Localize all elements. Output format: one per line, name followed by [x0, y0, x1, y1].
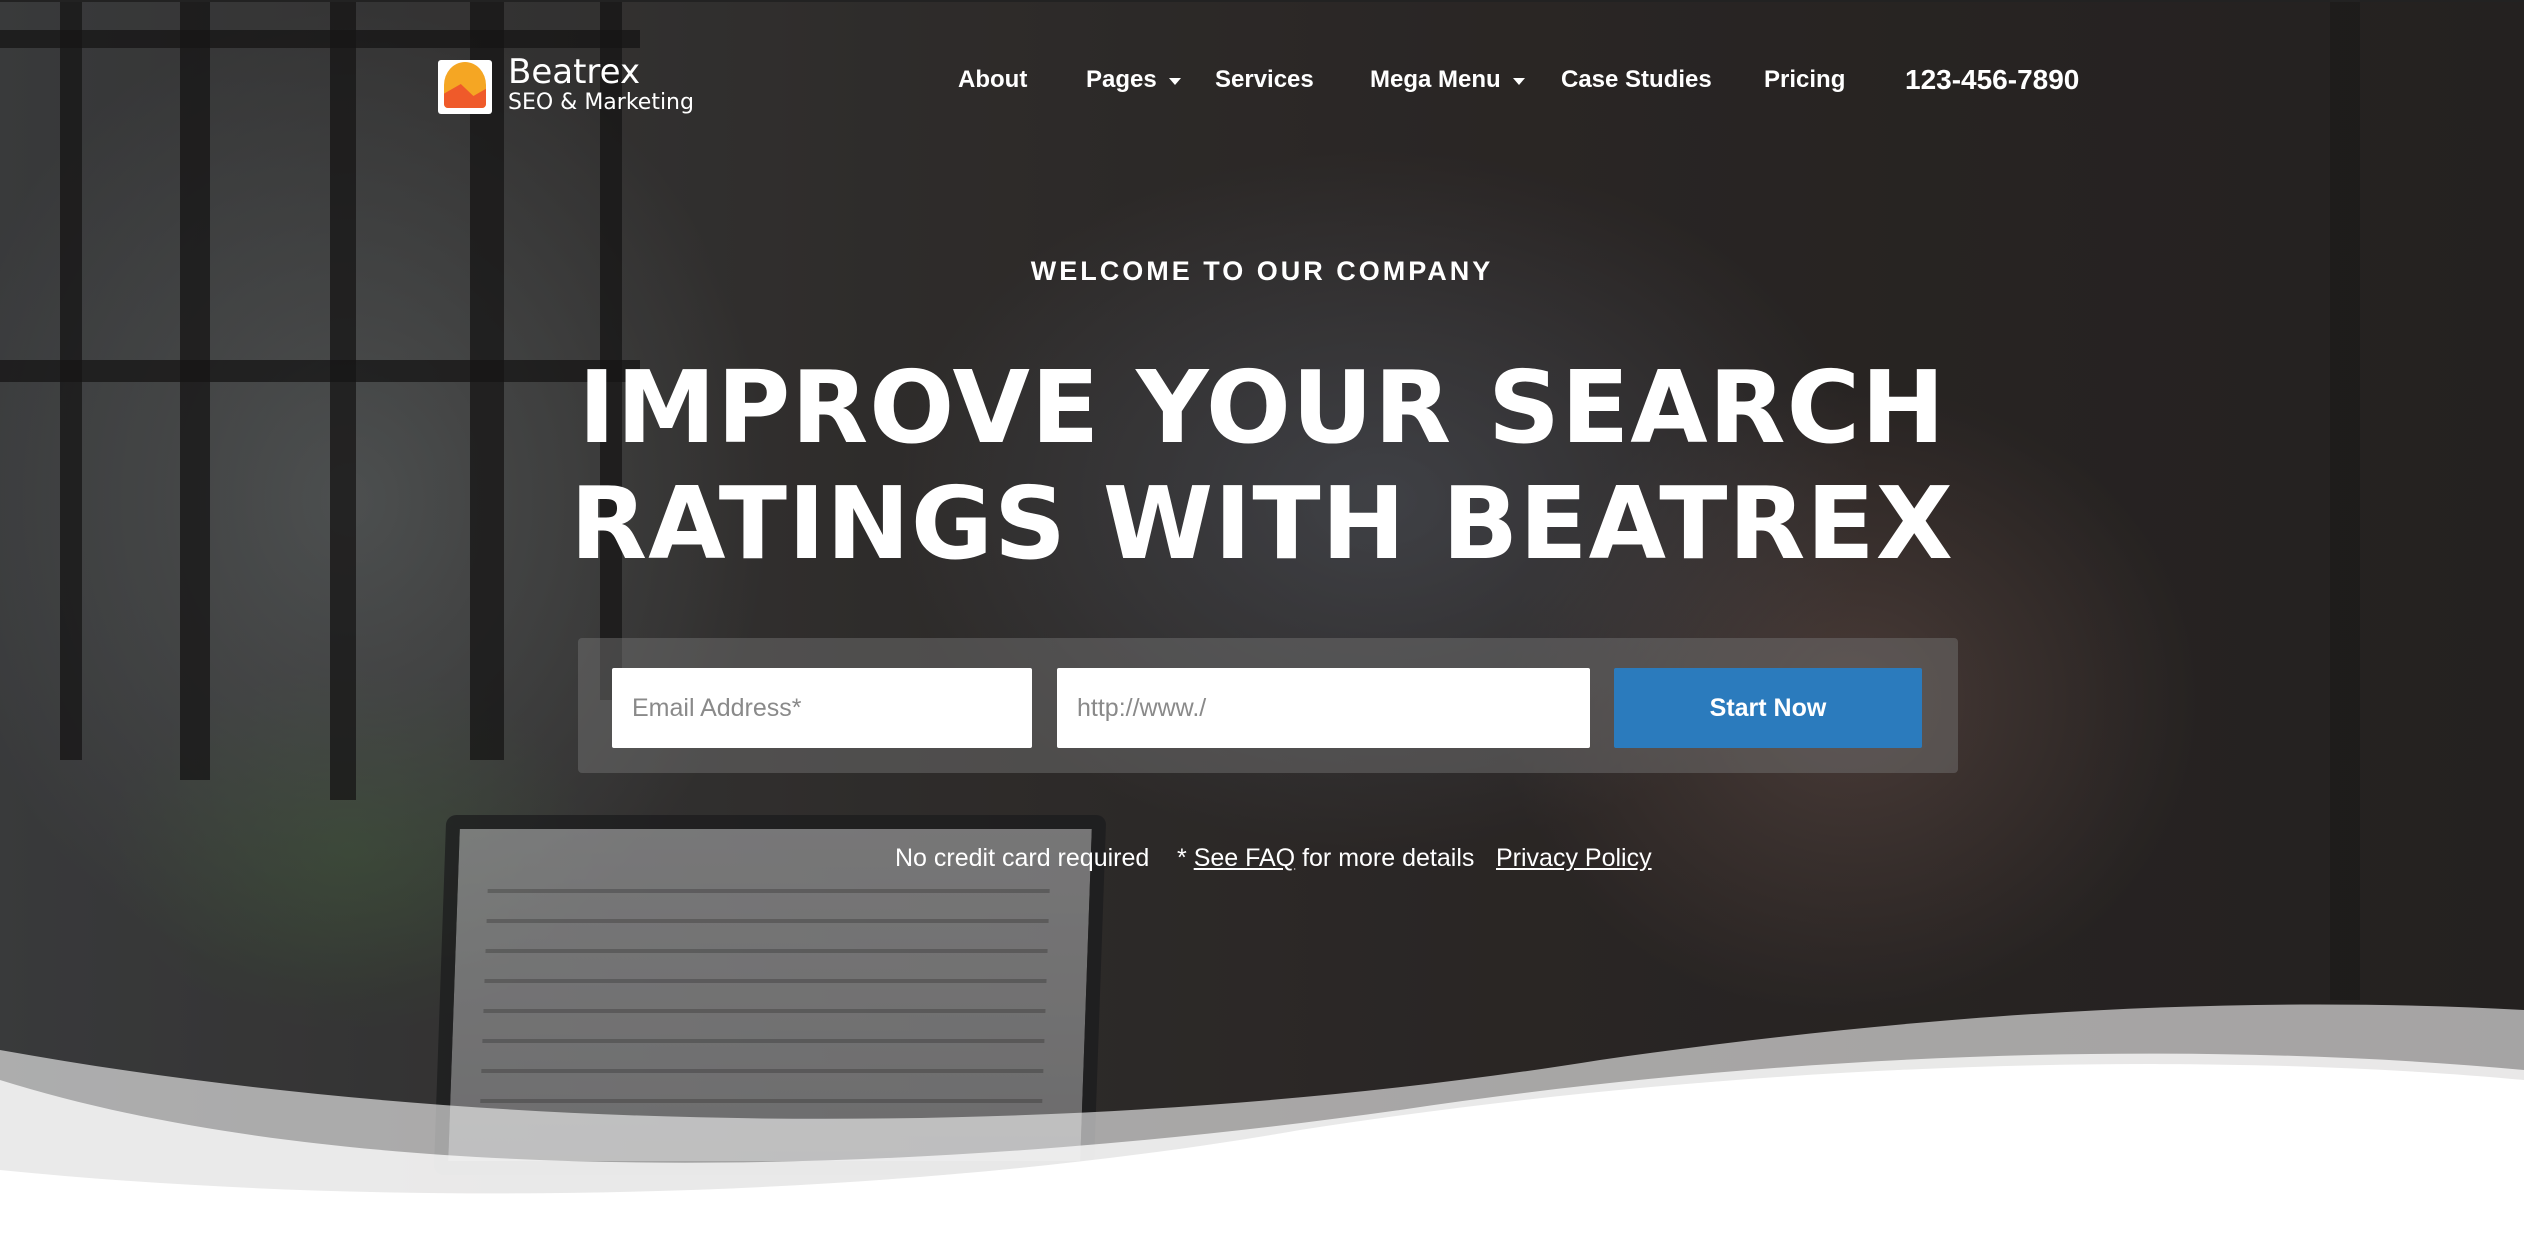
wave-divider	[0, 1004, 2524, 1259]
nav-item-about[interactable]: About	[958, 66, 1027, 94]
website-url-field[interactable]	[1057, 668, 1590, 748]
chevron-down-icon	[1168, 77, 1181, 85]
nav-item-label: About	[958, 66, 1028, 93]
no-credit-card-note: No credit card required	[895, 844, 1150, 872]
nav-item-pages[interactable]: Pages	[1086, 66, 1181, 94]
nav-item-label: Pages	[1086, 66, 1157, 93]
form-notes: No credit card required * See FAQ for mo…	[0, 844, 2524, 880]
headline-line-2: RATINGS WITH BEATREX	[570, 465, 1954, 582]
logo-mark-icon	[436, 54, 494, 116]
faq-note: * See FAQ for more details	[1177, 844, 1474, 873]
phone-number[interactable]: 123-456-7890	[1905, 64, 2079, 96]
nav-item-case-studies[interactable]: Case Studies	[1561, 66, 1712, 94]
chevron-down-icon	[1512, 77, 1525, 85]
brand-name: Beatrex	[508, 52, 641, 92]
email-field[interactable]	[612, 668, 1032, 748]
see-faq-link[interactable]: See FAQ	[1194, 844, 1295, 872]
nav-item-label: Services	[1215, 66, 1314, 93]
nav-item-services[interactable]: Services	[1215, 66, 1314, 94]
nav-item-label: Case Studies	[1561, 66, 1712, 93]
logo[interactable]: Beatrex SEO & Marketing	[436, 54, 694, 116]
hero-eyebrow: WELCOME TO OUR COMPANY	[1030, 256, 1494, 286]
top-border	[0, 0, 2524, 2]
hero-headline: IMPROVE YOUR SEARCH RATINGS WITH BEATREX	[0, 350, 2524, 582]
privacy-note: Privacy Policy	[1496, 844, 1652, 873]
signup-form: Start Now	[578, 638, 1958, 773]
privacy-policy-link[interactable]: Privacy Policy	[1496, 844, 1652, 872]
nav-item-pricing[interactable]: Pricing	[1764, 66, 1845, 94]
headline-line-1: IMPROVE YOUR SEARCH	[578, 349, 1946, 466]
brand-tagline: SEO & Marketing	[508, 90, 694, 115]
nav-item-label: Pricing	[1764, 66, 1846, 93]
nav-item-label: Mega Menu	[1370, 66, 1501, 93]
nav-item-mega-menu[interactable]: Mega Menu	[1370, 66, 1525, 94]
faq-suffix: for more details	[1295, 844, 1475, 872]
faq-prefix: *	[1177, 844, 1194, 872]
start-now-button[interactable]: Start Now	[1614, 668, 1922, 748]
